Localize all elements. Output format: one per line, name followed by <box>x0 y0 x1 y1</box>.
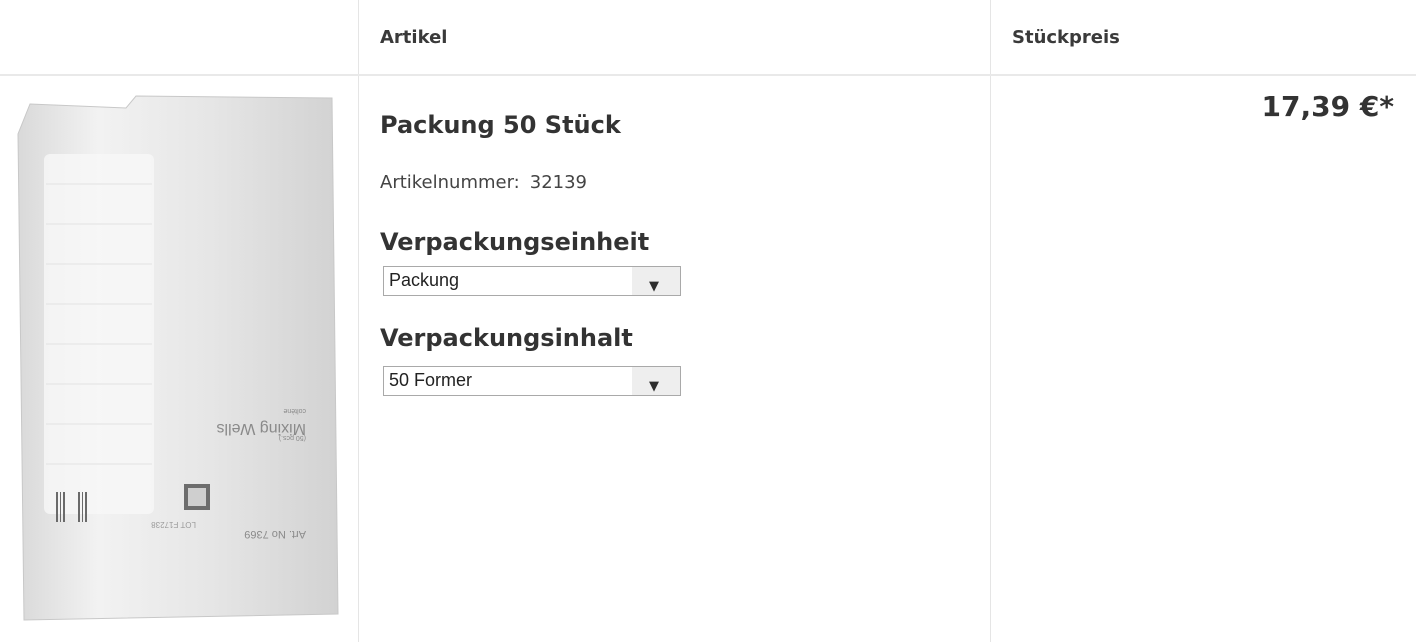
packaging-unit-select[interactable]: Packung ▼ <box>383 266 681 296</box>
article-number-label: Artikelnummer: <box>380 172 520 193</box>
column-divider <box>990 0 991 642</box>
packaging-unit-label: Verpackungseinheit <box>380 228 650 256</box>
image-brand: coltène <box>283 407 306 414</box>
triangle-down-icon: ▼ <box>649 279 659 294</box>
packaging-content-select[interactable]: 50 Former ▼ <box>383 366 681 396</box>
product-title: Packung 50 Stück <box>380 111 621 139</box>
product-variant-table: Artikel Stückpreis coltène Mixing Wells … <box>0 0 1416 642</box>
unit-price: 17,39 €* <box>1261 90 1394 123</box>
image-qty: (50 pcs.) <box>279 434 306 441</box>
product-image-cell: coltène Mixing Wells (50 pcs.) Art. No 7… <box>0 76 358 642</box>
article-number: Artikelnummer: 32139 <box>380 172 587 193</box>
packaging-content-label: Verpackungsinhalt <box>380 324 633 352</box>
header-unit-price: Stückpreis <box>1012 26 1120 48</box>
image-art-no: Art. No 7369 <box>244 528 306 540</box>
packaging-unit-value: Packung <box>389 270 460 290</box>
article-number-value: 32139 <box>529 172 588 193</box>
dropdown-button[interactable]: ▼ <box>632 267 680 295</box>
dropdown-button[interactable]: ▼ <box>632 367 680 395</box>
header-article: Artikel <box>380 26 448 48</box>
product-image[interactable]: coltène Mixing Wells (50 pcs.) Art. No 7… <box>16 94 342 624</box>
triangle-down-icon: ▼ <box>649 379 659 394</box>
packaging-content-value: 50 Former <box>389 370 473 390</box>
image-lot: LOT F17238 <box>151 520 196 529</box>
column-divider <box>358 0 359 642</box>
